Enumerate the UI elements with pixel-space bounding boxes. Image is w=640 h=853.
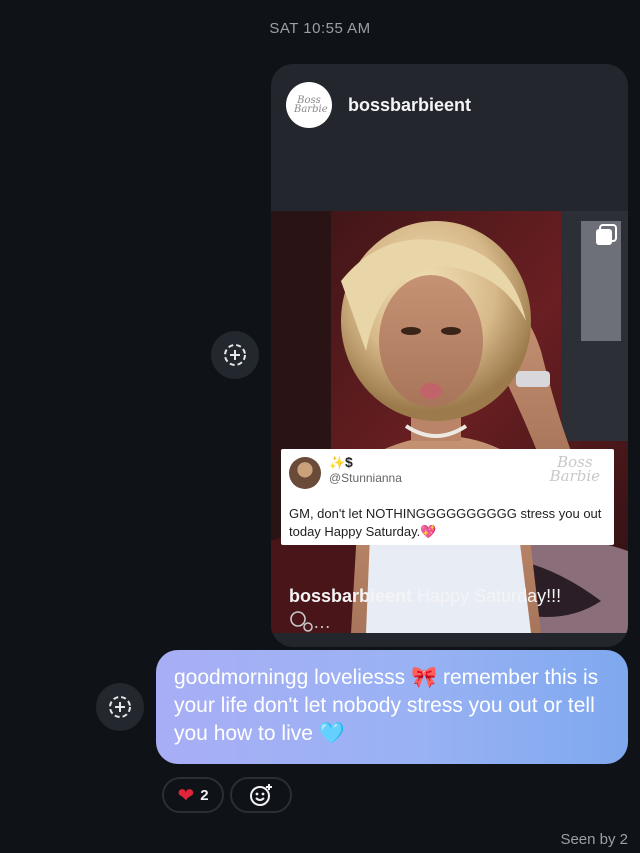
caption-text: Happy Saturday!!! bbox=[412, 586, 562, 606]
post-photo bbox=[271, 211, 628, 633]
tweet-avatar bbox=[289, 457, 321, 489]
ribbon-emoji: 🎀 bbox=[410, 666, 438, 689]
brand-watermark-logo: Boss Barbie bbox=[549, 453, 600, 485]
sparkling-heart-emoji: 💖 bbox=[420, 524, 437, 539]
post-caption[interactable]: bossbarbieent Happy Saturday!!! bbox=[289, 584, 614, 608]
sent-message-bubble[interactable]: goodmorningg loveliesss 🎀 remember this … bbox=[156, 650, 628, 764]
shared-post-card[interactable]: Boss Barbie bossbarbieent ✨ $ @Stunniann… bbox=[271, 64, 628, 647]
ellipsis: … bbox=[313, 612, 331, 632]
heart-reaction-pill[interactable]: ❤ 2 bbox=[162, 777, 224, 813]
share-message-button[interactable] bbox=[96, 683, 144, 731]
post-username[interactable]: bossbarbieent bbox=[348, 95, 471, 116]
share-dashed-plus-icon bbox=[224, 344, 246, 366]
seen-status: Seen by 2 bbox=[560, 831, 628, 848]
tweet-text: GM, don't let NOTHINGGGGGGGGGG stress yo… bbox=[289, 505, 607, 541]
add-reaction-icon bbox=[250, 784, 272, 806]
post-avatar[interactable]: Boss Barbie bbox=[286, 82, 332, 128]
dollar-sign: $ bbox=[345, 454, 353, 470]
post-image[interactable]: ✨ $ @Stunnianna Boss Barbie GM, don't let… bbox=[271, 211, 628, 633]
light-blue-heart-emoji: 🩵 bbox=[318, 722, 345, 745]
share-button[interactable] bbox=[211, 331, 259, 379]
heart-icon: ❤ bbox=[177, 784, 195, 807]
caption-more[interactable]: … bbox=[289, 610, 331, 633]
timestamp: SAT 10:55 AM bbox=[269, 20, 371, 37]
bubbles-emoji-icon bbox=[290, 611, 313, 632]
tweet-handle: @Stunnianna bbox=[329, 471, 402, 485]
multiple-images-icon bbox=[596, 224, 617, 245]
post-header[interactable]: Boss Barbie bossbarbieent bbox=[271, 64, 628, 148]
share-dashed-plus-icon bbox=[109, 696, 131, 718]
message-text-part1: goodmorningg loveliesss bbox=[174, 666, 411, 689]
tweet-overlay: ✨ $ @Stunnianna Boss Barbie GM, don't let… bbox=[281, 449, 614, 545]
tweet-body: GM, don't let NOTHINGGGGGGGGGG stress yo… bbox=[289, 506, 602, 539]
add-reaction-button[interactable] bbox=[230, 777, 292, 813]
caption-username: bossbarbieent bbox=[289, 586, 413, 606]
reaction-count: 2 bbox=[200, 786, 209, 804]
sparkle-emoji: ✨ bbox=[329, 455, 346, 470]
avatar-logo-text: Boss Barbie bbox=[294, 95, 328, 115]
message-text: goodmorningg loveliesss 🎀 remember this … bbox=[174, 664, 614, 748]
